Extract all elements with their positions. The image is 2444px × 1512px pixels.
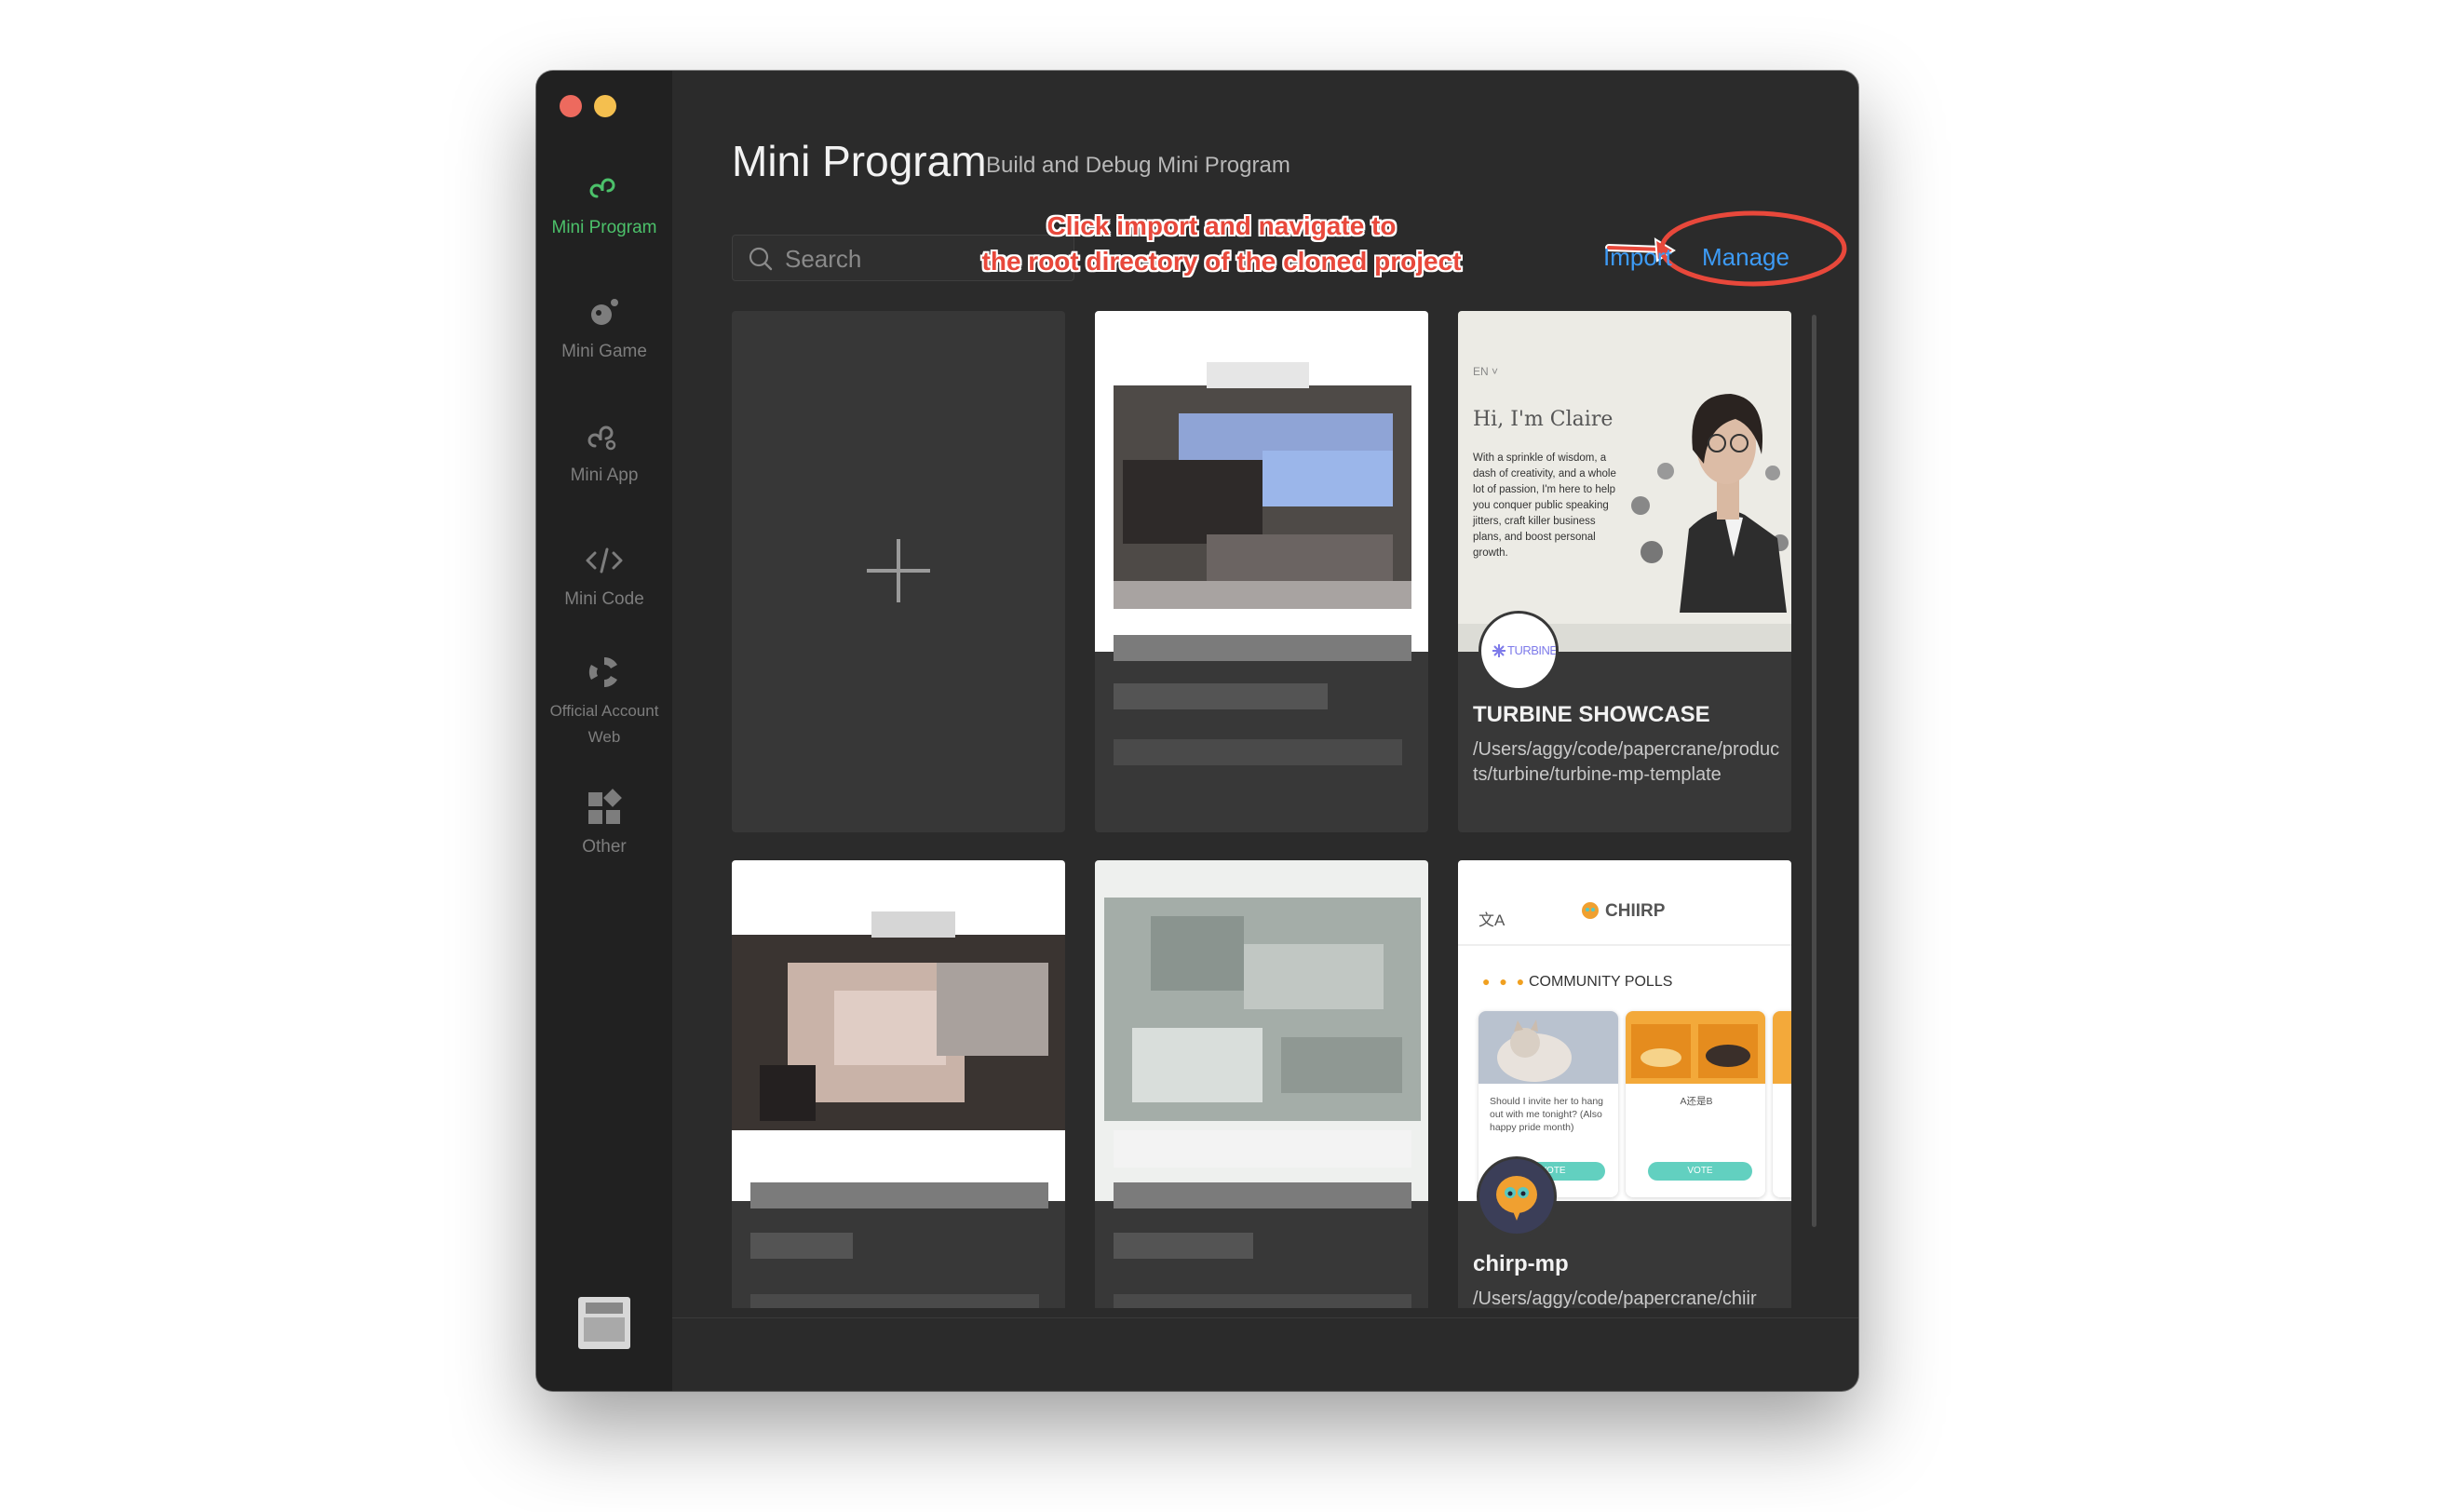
project-path: /Users/aggy/code/papercrane/chiir bbox=[1473, 1289, 1757, 1308]
devtools-window: Mini Program Mini Game Mini App Mini Cod… bbox=[536, 71, 1858, 1391]
project-card-turbine-showcase[interactable]: EN ˅ Hi, I'm Claire With a sprinkle of w… bbox=[1458, 311, 1791, 832]
grid-icon bbox=[588, 789, 622, 824]
project-logo bbox=[1477, 1156, 1557, 1236]
close-window-button[interactable] bbox=[560, 95, 582, 117]
sidebar-item-label: Mini Program bbox=[551, 218, 657, 237]
pixelated-name bbox=[1114, 1182, 1411, 1208]
bottom-divider bbox=[672, 1317, 1858, 1318]
translate-icon: 文A bbox=[1479, 911, 1506, 929]
project-name: chirp-mp bbox=[1473, 1251, 1569, 1276]
project-card[interactable] bbox=[732, 860, 1065, 1308]
preview-body-text: With a sprinkle of wisdom, a dash of cre… bbox=[1473, 452, 1616, 559]
main-panel: Mini Program Build and Debug Mini Progra… bbox=[672, 71, 1858, 1391]
sidebar-item-mini-game[interactable]: Mini Game bbox=[536, 292, 672, 365]
minimize-window-button[interactable] bbox=[594, 95, 616, 117]
pixelated-name bbox=[750, 1182, 1048, 1208]
annotation-line-1: Click import and navigate to bbox=[1046, 211, 1397, 240]
poll-question: A还是B bbox=[1680, 1096, 1713, 1107]
manage-button[interactable]: Manage bbox=[1702, 243, 1789, 272]
sidebar-item-official-account-web[interactable]: Official Account Web bbox=[536, 652, 672, 750]
portrait-image bbox=[1631, 394, 1789, 613]
project-card[interactable] bbox=[1095, 311, 1428, 832]
project-grid: EN ˅ Hi, I'm Claire With a sprinkle of w… bbox=[732, 311, 1803, 1308]
sidebar-item-mini-code[interactable]: Mini Code bbox=[536, 540, 672, 613]
pixelated-path bbox=[1114, 1294, 1411, 1308]
project-card[interactable] bbox=[1095, 860, 1428, 1308]
poll-question: Should I invite her to hang out with me … bbox=[1490, 1096, 1604, 1133]
pixelated-name bbox=[1114, 635, 1411, 661]
project-logo: TURBINE bbox=[1479, 611, 1559, 691]
mini-game-icon bbox=[591, 299, 618, 325]
project-thumbnail-pixelated bbox=[1095, 860, 1428, 1201]
page-title: Mini Program bbox=[732, 137, 987, 185]
poll-image bbox=[1479, 1011, 1618, 1084]
poll-image bbox=[1773, 1011, 1791, 1084]
language-selector: EN ˅ bbox=[1473, 365, 1499, 378]
sidebar-item-label: Mini App bbox=[570, 466, 639, 485]
preview-greeting: Hi, I'm Claire bbox=[1473, 408, 1614, 431]
import-button[interactable]: Import bbox=[1603, 243, 1672, 272]
chiirp-logo-text: CHIIRP bbox=[1605, 901, 1666, 921]
annotation-line-2: the root directory of the cloned project bbox=[981, 247, 1462, 276]
section-title: COMMUNITY POLLS bbox=[1529, 974, 1673, 990]
pixelated-path bbox=[1114, 1233, 1253, 1259]
chiirp-bird-icon bbox=[1582, 902, 1599, 919]
pixelated-path bbox=[1114, 739, 1402, 765]
sidebar-item-label: Other bbox=[582, 837, 627, 857]
new-project-card[interactable] bbox=[732, 311, 1065, 832]
pixelated-path bbox=[750, 1233, 853, 1259]
poll-card bbox=[1773, 1011, 1791, 1197]
project-thumbnail-pixelated bbox=[1095, 311, 1428, 652]
section-dots: ● ● ● bbox=[1482, 974, 1528, 989]
page-subtitle: Build and Debug Mini Program bbox=[986, 153, 1290, 178]
project-name: TURBINE SHOWCASE bbox=[1473, 702, 1710, 727]
search-icon bbox=[749, 247, 773, 271]
poll-card: A还是B VOTE bbox=[1626, 1011, 1765, 1197]
code-icon bbox=[586, 547, 623, 574]
sidebar-item-label: Official Account Web bbox=[549, 702, 659, 746]
project-thumbnail: 文A CHIIRP ● ● ● COMMUNITY POLLS Should I… bbox=[1458, 860, 1791, 1201]
sidebar-item-mini-app[interactable]: Mini App bbox=[536, 416, 672, 489]
sidebar-item-other[interactable]: Other bbox=[536, 788, 672, 860]
official-account-icon bbox=[588, 656, 617, 688]
pixelated-path bbox=[1114, 683, 1328, 709]
sidebar-item-mini-program[interactable]: Mini Program bbox=[536, 169, 672, 241]
project-path: /Users/aggy/code/papercrane/products/tur… bbox=[1473, 739, 1780, 785]
turbine-logo-text: TURBINE bbox=[1507, 643, 1558, 657]
preview-header: 文A CHIIRP bbox=[1458, 860, 1791, 946]
poll-image bbox=[1626, 1011, 1765, 1084]
pixelated-path bbox=[750, 1294, 1039, 1308]
sidebar: Mini Program Mini Game Mini App Mini Cod… bbox=[536, 71, 672, 1391]
chirp-logo-icon bbox=[1496, 1176, 1537, 1221]
sidebar-item-label: Mini Game bbox=[561, 342, 647, 361]
mini-app-icon bbox=[587, 425, 616, 451]
vote-button: VOTE bbox=[1648, 1162, 1752, 1181]
project-card-chirp-mp[interactable]: 文A CHIIRP ● ● ● COMMUNITY POLLS Should I… bbox=[1458, 860, 1791, 1308]
project-thumbnail-pixelated bbox=[732, 860, 1065, 1201]
user-avatar[interactable] bbox=[578, 1297, 630, 1349]
sidebar-item-label: Mini Code bbox=[564, 589, 644, 609]
annotation-text: Click import and navigate to the root di… bbox=[924, 209, 1519, 279]
scrollbar[interactable] bbox=[1812, 315, 1816, 1227]
plus-icon bbox=[867, 539, 930, 602]
project-thumbnail: EN ˅ Hi, I'm Claire With a sprinkle of w… bbox=[1458, 311, 1791, 652]
mini-program-icon bbox=[589, 178, 615, 198]
